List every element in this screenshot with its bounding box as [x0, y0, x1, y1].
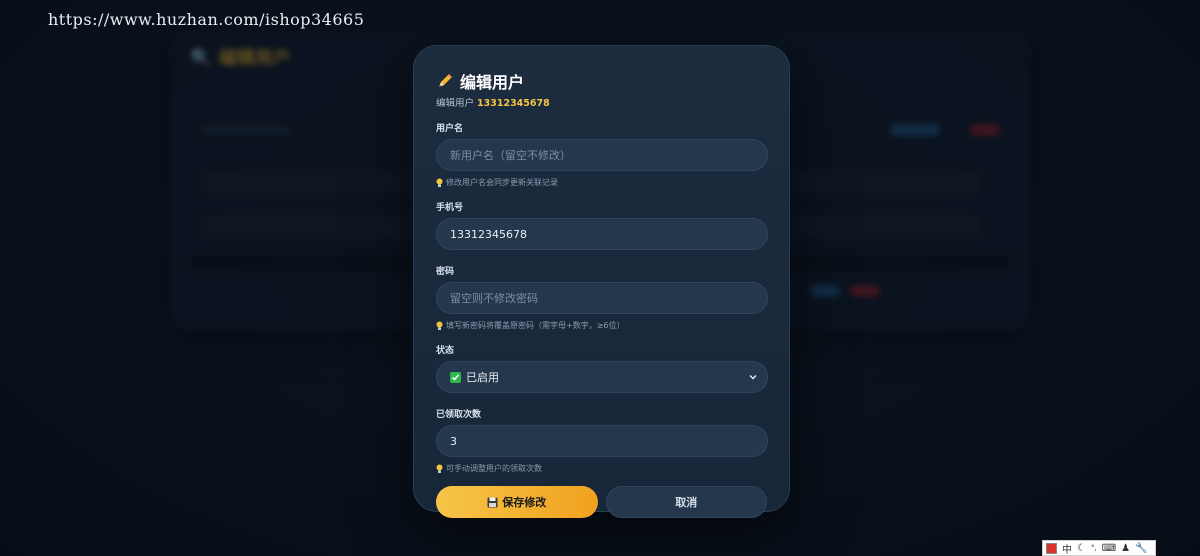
- status-select[interactable]: 已启用: [436, 361, 768, 393]
- watermark-url: https://www.huzhan.com/ishop34665: [48, 10, 365, 29]
- ime-logo-icon[interactable]: [1046, 542, 1057, 554]
- password-label: 密码: [436, 267, 455, 277]
- wrench-icon[interactable]: 🔧: [1135, 543, 1147, 554]
- bulb-icon: [436, 464, 443, 473]
- edit-user-modal: 编辑用户 编辑用户 13312345678 用户名 新用户名（留空不修改） 修改用…: [413, 45, 790, 518]
- chevron-down-icon: [749, 375, 757, 380]
- claim-count-input[interactable]: 3: [436, 425, 768, 457]
- ime-mode-label[interactable]: 中: [1062, 541, 1072, 556]
- subtitle-prefix: 编辑用户: [436, 98, 475, 109]
- check-icon: [450, 371, 461, 383]
- phone-label: 手机号: [436, 203, 464, 213]
- save-icon: [487, 497, 498, 507]
- modal-actions: 保存修改 取消: [436, 486, 767, 518]
- punctuation-icon[interactable]: °,: [1091, 544, 1097, 552]
- system-tray: 中 ☾ °, ⌨ ♟ 🔧: [1042, 540, 1156, 556]
- subtitle-phone: 13312345678: [477, 98, 550, 109]
- moon-icon[interactable]: ☾: [1077, 543, 1086, 554]
- bulb-icon: [436, 178, 443, 187]
- modal-title: 编辑用户: [460, 73, 525, 92]
- status-select-value: 已启用: [450, 369, 499, 385]
- claim-count-label: 已领取次数: [436, 410, 482, 420]
- password-input[interactable]: 留空则不修改密码: [436, 282, 768, 314]
- status-label: 状态: [436, 346, 455, 356]
- username-hint: 修改用户名会同步更新关联记录: [436, 177, 767, 188]
- username-label: 用户名: [436, 124, 464, 134]
- username-input[interactable]: 新用户名（留空不修改）: [436, 139, 768, 171]
- phone-input[interactable]: 13312345678: [436, 218, 768, 250]
- bulb-icon: [436, 321, 443, 330]
- user-icon[interactable]: ♟: [1121, 543, 1130, 554]
- claim-count-hint: 可手动调整用户的领取次数: [436, 463, 767, 474]
- modal-subtitle: 编辑用户 13312345678: [436, 95, 767, 109]
- password-hint: 填写新密码将覆盖原密码（需字母+数字，≥6位）: [436, 320, 767, 331]
- cancel-button[interactable]: 取消: [605, 486, 767, 518]
- modal-title-row: 编辑用户: [436, 70, 767, 92]
- keyboard-icon[interactable]: ⌨: [1102, 543, 1116, 554]
- save-button[interactable]: 保存修改: [436, 486, 598, 518]
- page-stage: https://www.huzhan.com/ishop34665 🔍 编辑用户…: [0, 0, 1200, 556]
- pencil-icon: [439, 74, 452, 87]
